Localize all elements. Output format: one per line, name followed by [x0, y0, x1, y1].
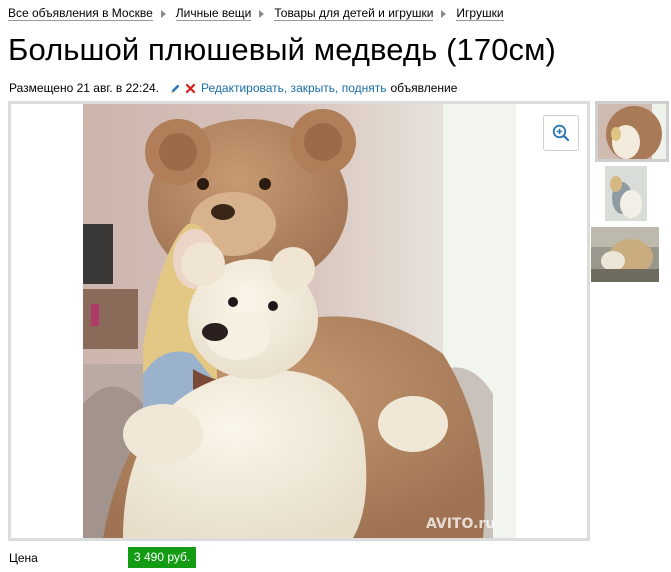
pencil-icon[interactable]: [170, 83, 181, 94]
breadcrumb-arrow-icon: [160, 10, 166, 18]
breadcrumb-kids-goods[interactable]: Товары для детей и игрушки: [274, 7, 434, 21]
listing-meta: Размещено 21 авг. в 22:24. Редактировать…: [9, 81, 457, 95]
breadcrumb: Все объявления в Москве Личные вещи Това…: [8, 5, 504, 23]
zoom-in-icon: [552, 124, 570, 142]
photo-gallery: AVITO.ru: [8, 101, 590, 541]
avito-watermark: AVITO.ru: [426, 516, 495, 532]
price-label: Цена: [9, 551, 38, 565]
breadcrumb-toys[interactable]: Игрушки: [456, 7, 504, 21]
listing-word: объявление: [390, 81, 458, 95]
main-photo[interactable]: AVITO.ru: [83, 104, 516, 538]
page-title: Большой плюшевый медведь (170см): [8, 32, 556, 67]
breadcrumb-all-moscow[interactable]: Все объявления в Москве: [8, 7, 153, 21]
breadcrumb-arrow-icon: [259, 10, 265, 18]
thumbnail-3[interactable]: [591, 227, 659, 282]
breadcrumb-arrow-icon: [441, 10, 447, 18]
thumbnail-1[interactable]: [595, 101, 669, 162]
delete-icon[interactable]: [185, 83, 196, 94]
zoom-button[interactable]: [543, 115, 579, 151]
posted-date: Размещено 21 авг. в 22:24.: [9, 81, 159, 95]
edit-close-raise-link[interactable]: Редактировать, закрыть, поднять: [201, 81, 386, 95]
breadcrumb-personal-items[interactable]: Личные вещи: [175, 7, 252, 21]
price-value: 3 490 руб.: [128, 547, 197, 568]
thumbnail-2[interactable]: [598, 166, 666, 221]
